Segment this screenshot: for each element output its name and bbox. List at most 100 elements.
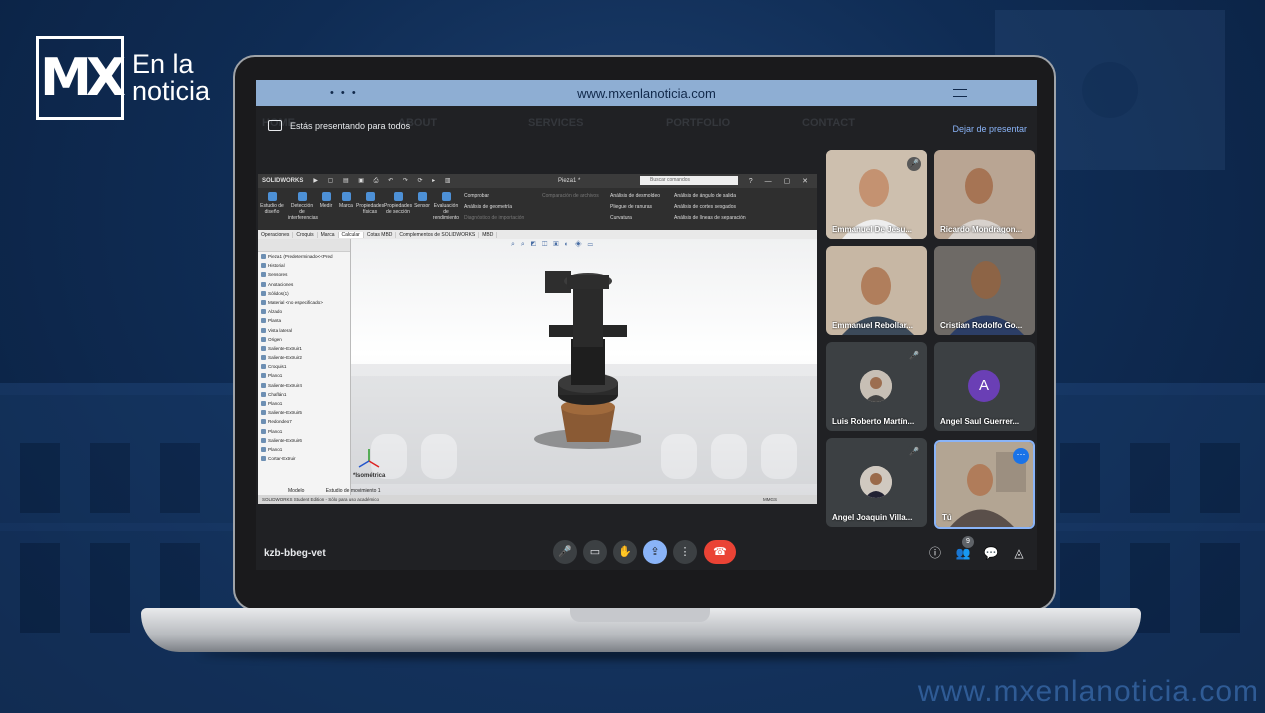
participant-name: Cristian Rodolfo Go... — [940, 321, 1023, 330]
participant-tile-2[interactable]: Ricardo Mondragon... — [934, 150, 1035, 239]
participant-tile-5[interactable]: 🎤 Luis Roberto Martín... — [826, 342, 927, 431]
ribbon-check[interactable]: Comprobar — [464, 191, 524, 202]
mic-off-icon: 🎤 — [907, 445, 921, 459]
stop-presenting-button[interactable]: Dejar de presentar — [952, 124, 1027, 134]
nav-services[interactable]: SERVICES — [528, 117, 583, 129]
feature-tree-item[interactable]: Croquis1 — [258, 362, 350, 371]
solidworks-status-bar: SOLIDWORKS Student Edition - Sólo para u… — [258, 495, 817, 504]
document-title: Pieza1 * — [558, 178, 581, 184]
participant-tile-3[interactable]: Emmanuel Rebollar... — [826, 246, 927, 335]
solidworks-ribbon: Estudio de diseño Detección de interfere… — [258, 188, 817, 230]
feature-tree-item[interactable]: Saliente-Extruir5 — [258, 408, 350, 417]
tab-operaciones[interactable]: Operaciones — [258, 231, 294, 238]
view-heads-up-toolbar[interactable]: ⌕ ⌕ ◩ ◫ ▣ ◐ ◈ ▭ — [511, 241, 595, 249]
ribbon-skew-cuts[interactable]: Análisis de cortes sesgados — [674, 202, 746, 213]
more-options-button[interactable]: ⋮ — [673, 540, 697, 564]
laptop-screen: • • • www.mxenlanoticia.com HOME ABOUT S… — [256, 80, 1037, 570]
status-text: SOLIDWORKS Student Edition - Sólo para u… — [262, 497, 380, 502]
feature-tree-item[interactable]: Chaflán1 — [258, 390, 350, 399]
participant-tile-1[interactable]: 🎤 Emmanuel De Jesu... — [826, 150, 927, 239]
camera-button[interactable]: ▭ — [583, 540, 607, 564]
tab-motion-study[interactable]: Estudio de movimiento 1 — [326, 488, 381, 494]
logo-line-2: noticia — [132, 76, 211, 106]
nav-contact[interactable]: CONTACT — [802, 117, 855, 129]
feature-tree-item[interactable]: Plano1 — [258, 445, 350, 454]
feature-tree-item[interactable]: Cortar-Extruir — [258, 454, 350, 463]
feature-tree-item[interactable]: Planta — [258, 316, 350, 325]
window-controls[interactable]: ? — ▢ ✕ — [749, 177, 813, 185]
people-icon[interactable]: 👥 — [954, 544, 972, 562]
feature-tree-item[interactable]: Plano1 — [258, 371, 350, 380]
feature-tree-item[interactable]: Alzado — [258, 307, 350, 316]
feature-tree-item[interactable]: Sensores — [258, 270, 350, 279]
mic-off-icon: 🎤 — [907, 157, 921, 171]
participant-tile-4[interactable]: Cristian Rodolfo Go... — [934, 246, 1035, 335]
ribbon-list-angle: Análisis de ángulo de salida Análisis de… — [674, 191, 746, 224]
ribbon-geometry-analysis[interactable]: Análisis de geometría — [464, 202, 524, 213]
ribbon-compare[interactable]: Comparación de archivos — [542, 191, 599, 202]
brand-logo: MX En la noticia — [36, 36, 210, 120]
present-button[interactable]: ⇪ — [643, 540, 667, 564]
tab-marca[interactable]: Marca — [318, 231, 339, 238]
browser-url[interactable]: www.mxenlanoticia.com — [256, 86, 1037, 101]
feature-tree-item[interactable]: Saliente-Extruir1 — [258, 344, 350, 353]
feature-tree-item[interactable]: Plano1 — [258, 427, 350, 436]
end-call-button[interactable]: ☎ — [704, 540, 736, 564]
feature-tree-item[interactable]: Plano1 — [258, 399, 350, 408]
tab-cotas-mbd[interactable]: Cotas MBD — [364, 231, 397, 238]
ribbon-list-check: Comprobar Análisis de geometría Diagnóst… — [464, 191, 524, 224]
graphics-viewport[interactable]: ⌕ ⌕ ◩ ◫ ▣ ◐ ◈ ▭ *Isométrica — [351, 239, 817, 495]
ribbon-btn-interference[interactable]: Detección de interferencias — [288, 192, 318, 221]
mic-button[interactable]: 🎤 — [553, 540, 577, 564]
participant-tile-self[interactable]: ⋯ Tú — [934, 440, 1035, 529]
ribbon-btn-section-props[interactable]: Propiedades de sección — [384, 192, 412, 215]
tab-calcular[interactable]: Calcular — [338, 231, 364, 238]
feature-tree-item[interactable]: Saliente-Extruir4 — [258, 381, 350, 390]
participant-name: Emmanuel De Jesu... — [832, 225, 913, 234]
ribbon-angle-analysis[interactable]: Análisis de ángulo de salida — [674, 191, 746, 202]
ribbon-undercut[interactable]: Pliegue de ranuras — [610, 202, 660, 213]
feature-tree-item[interactable]: Vista lateral — [258, 326, 350, 335]
participant-tile-6[interactable]: A Angel Saul Guerrer... — [934, 342, 1035, 431]
chat-icon[interactable]: 💬 — [982, 544, 1000, 562]
ribbon-parting-lines[interactable]: Análisis de líneas de separación — [674, 213, 746, 224]
feature-tree-item[interactable]: Anotaciones — [258, 280, 350, 289]
feature-tree-item[interactable]: Saliente-Extruir2 — [258, 353, 350, 362]
ribbon-draft-analysis[interactable]: Análisis de desmoldeo — [610, 191, 660, 202]
participant-name: Angel Saul Guerrer... — [940, 417, 1020, 426]
view-orientation-label: *Isométrica — [353, 473, 386, 479]
tab-mbd[interactable]: MBD — [479, 231, 498, 238]
feature-tree-item[interactable]: Sólidos(1) — [258, 289, 350, 298]
nav-portfolio[interactable]: PORTFOLIO — [666, 117, 730, 129]
feature-tree-item[interactable]: Historial — [258, 261, 350, 270]
ribbon-btn-design-study[interactable]: Estudio de diseño — [258, 192, 286, 215]
feature-tree-item[interactable]: Redondeo7 — [258, 417, 350, 426]
feature-tree-list: Pieza1 (Predeterminado<<Pred Historial Sen… — [258, 252, 350, 463]
ribbon-btn-sensor[interactable]: Sensor — [412, 192, 432, 209]
ribbon-import-diagnosis[interactable]: Diagnóstico de importación — [464, 213, 524, 224]
tab-modelo[interactable]: Modelo — [288, 488, 304, 494]
feature-tree-item[interactable]: Material <no especificado> — [258, 298, 350, 307]
feature-tree-toolbar[interactable] — [258, 239, 350, 252]
feature-tree-item[interactable]: Pieza1 (Predeterminado<<Pred — [258, 252, 350, 261]
raise-hand-button[interactable]: ✋ — [613, 540, 637, 564]
units-indicator[interactable]: MMGS — [763, 495, 777, 504]
participant-tile-7[interactable]: 🎤 Angel Joaquin Villa... — [826, 438, 927, 527]
feature-tree-item[interactable]: Origen — [258, 335, 350, 344]
tab-complementos[interactable]: Complementos de SOLIDWORKS — [396, 231, 480, 238]
ribbon-curvature[interactable]: Curvatura — [610, 213, 660, 224]
ribbon-btn-measure[interactable]: Medir — [316, 192, 336, 209]
activities-icon[interactable]: ◬ — [1010, 544, 1028, 562]
feature-tree-item[interactable]: Saliente-Extruir6 — [258, 436, 350, 445]
tab-croquis[interactable]: Croquis — [293, 231, 318, 238]
more-options-icon[interactable]: ⋯ — [1013, 448, 1029, 464]
mic-off-icon: 🎤 — [907, 349, 921, 363]
ribbon-compare-files: Comparación de archivos — [542, 191, 599, 202]
ribbon-btn-mass-props[interactable]: Propiedades físicas — [356, 192, 384, 215]
info-icon[interactable]: ⓘ — [926, 544, 944, 562]
quick-access-toolbar[interactable]: ▶ ▢ ▤ ▣ ⎙ ↶ ↷ ⟳ ▸ ▥ — [307, 177, 454, 185]
ribbon-btn-markup[interactable]: Marca — [336, 192, 356, 209]
command-search-input[interactable]: Buscar comandos — [640, 176, 738, 185]
menu-icon[interactable] — [953, 89, 967, 97]
ribbon-btn-performance[interactable]: Evaluación de rendimiento — [432, 192, 460, 221]
